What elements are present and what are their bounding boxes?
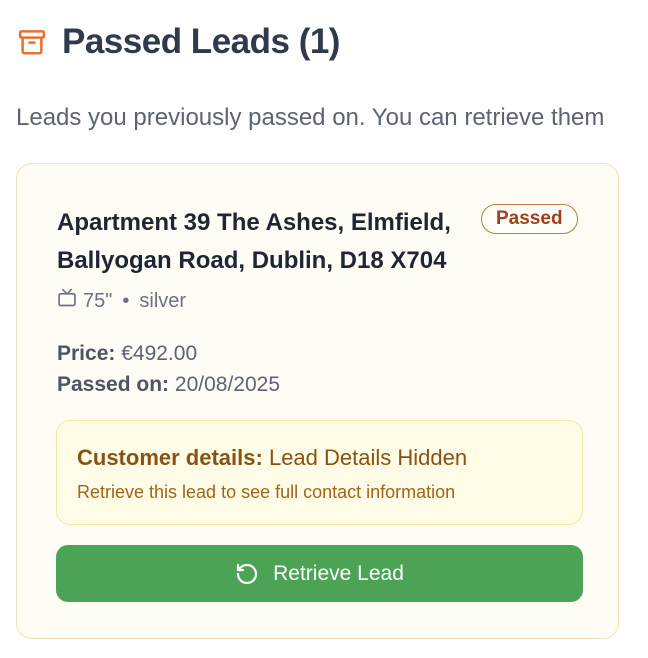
retrieve-lead-button[interactable]: Retrieve Lead (56, 545, 583, 602)
customer-details-value: Lead Details Hidden (268, 445, 468, 470)
tv-color: silver (139, 289, 187, 312)
page-title: Passed Leads (1) (62, 22, 340, 61)
passed-leads-page: Passed Leads (1) Leads you previously pa… (0, 0, 648, 658)
customer-details-box: Customer details: Lead Details Hidden Re… (56, 420, 583, 525)
tv-icon (57, 288, 77, 314)
lead-card: Apartment 39 The Ashes, Elmfield, Ballyo… (16, 163, 619, 639)
spec-separator: • (122, 289, 130, 312)
retrieve-lead-label: Retrieve Lead (273, 561, 404, 585)
lead-specs: 75" • silver (57, 288, 186, 314)
tv-size: 75" (83, 289, 113, 312)
customer-details-label: Customer details: (77, 445, 263, 470)
price-value: €492.00 (121, 342, 198, 365)
price-line: Price: €492.00 (57, 342, 197, 366)
lead-address: Apartment 39 The Ashes, Elmfield, Ballyo… (57, 209, 451, 274)
passed-on-line: Passed on: 20/08/2025 (57, 373, 280, 397)
status-badge: Passed (481, 204, 578, 234)
passed-on-value: 20/08/2025 (174, 373, 280, 396)
page-header: Passed Leads (1) (16, 22, 340, 62)
price-label: Price: (57, 342, 116, 365)
page-subtitle: Leads you previously passed on. You can … (16, 104, 605, 131)
customer-details-note: Retrieve this lead to see full contact i… (77, 482, 456, 502)
passed-on-label: Passed on: (57, 373, 170, 396)
refresh-icon (235, 562, 259, 586)
customer-details-line: Customer details: Lead Details Hidden (77, 445, 467, 471)
archive-icon (16, 26, 48, 58)
